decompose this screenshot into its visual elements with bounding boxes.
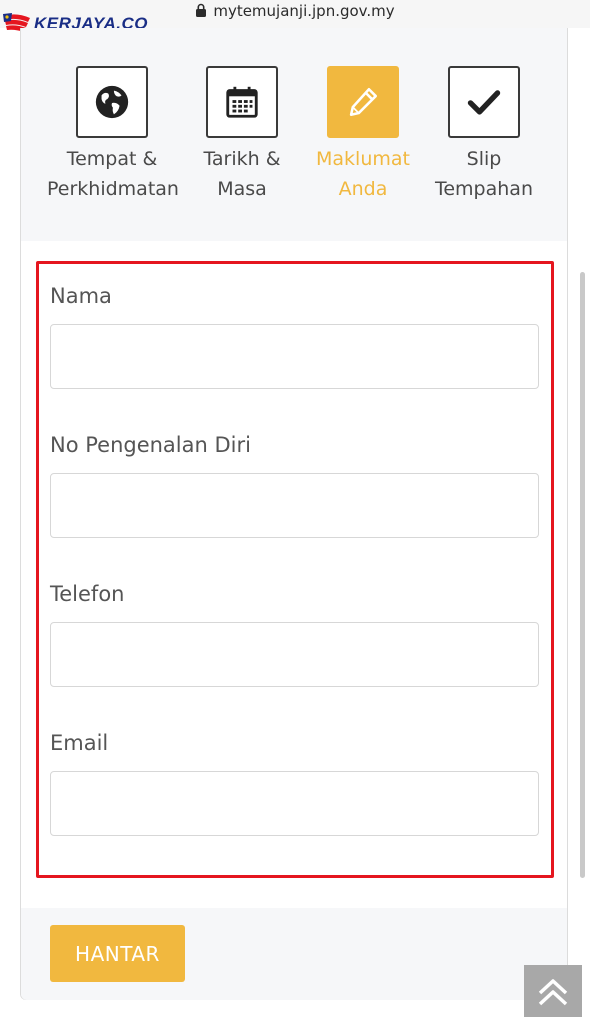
step-icon-box-active[interactable] (327, 66, 399, 138)
email-label: Email (50, 731, 109, 755)
ic-number-label: No Pengenalan Diri (50, 433, 251, 457)
step-label: Tempat & Perkhidmatan (47, 148, 179, 200)
step-icon-box[interactable] (206, 66, 278, 138)
nama-input[interactable] (50, 324, 539, 389)
url-text: mytemujanji.jpn.gov.my (213, 2, 395, 20)
double-chevron-up-icon (538, 979, 568, 1006)
step-label: Tarikh & Masa (203, 148, 281, 200)
step-icon-box[interactable] (448, 66, 520, 138)
step-label: Slip Tempahan (434, 148, 533, 200)
scroll-to-top-button[interactable] (524, 965, 582, 1017)
progress-steps: Tempat & Perkhidmatan Tarikh & Masa Makl… (21, 28, 567, 241)
personal-info-form: Nama No Pengenalan Diri Telefon Email (21, 241, 567, 908)
step-maklumat-anda[interactable]: Maklumat Anda (298, 66, 428, 204)
page-scrollbar[interactable] (580, 272, 585, 878)
form-footer: HANTAR (21, 908, 567, 1000)
hantar-button[interactable]: HANTAR (50, 925, 185, 982)
step-slip-tempahan[interactable]: Slip Tempahan (419, 66, 549, 204)
nama-label: Nama (50, 284, 112, 308)
step-label-active: Maklumat Anda (316, 148, 410, 200)
step-tarikh-masa[interactable]: Tarikh & Masa (177, 66, 307, 204)
calendar-icon (226, 86, 258, 118)
checkmark-icon (467, 90, 501, 115)
email-input[interactable] (50, 771, 539, 836)
telefon-label: Telefon (50, 582, 125, 606)
step-tempat-perkhidmatan[interactable]: Tempat & Perkhidmatan (47, 66, 179, 204)
globe-icon (95, 85, 129, 119)
pencil-icon (349, 87, 378, 117)
booking-card: Tempat & Perkhidmatan Tarikh & Masa Makl… (20, 28, 568, 1000)
lock-icon (196, 3, 207, 17)
telefon-input[interactable] (50, 622, 539, 687)
ic-number-input[interactable] (50, 473, 539, 538)
step-icon-box[interactable] (76, 66, 148, 138)
